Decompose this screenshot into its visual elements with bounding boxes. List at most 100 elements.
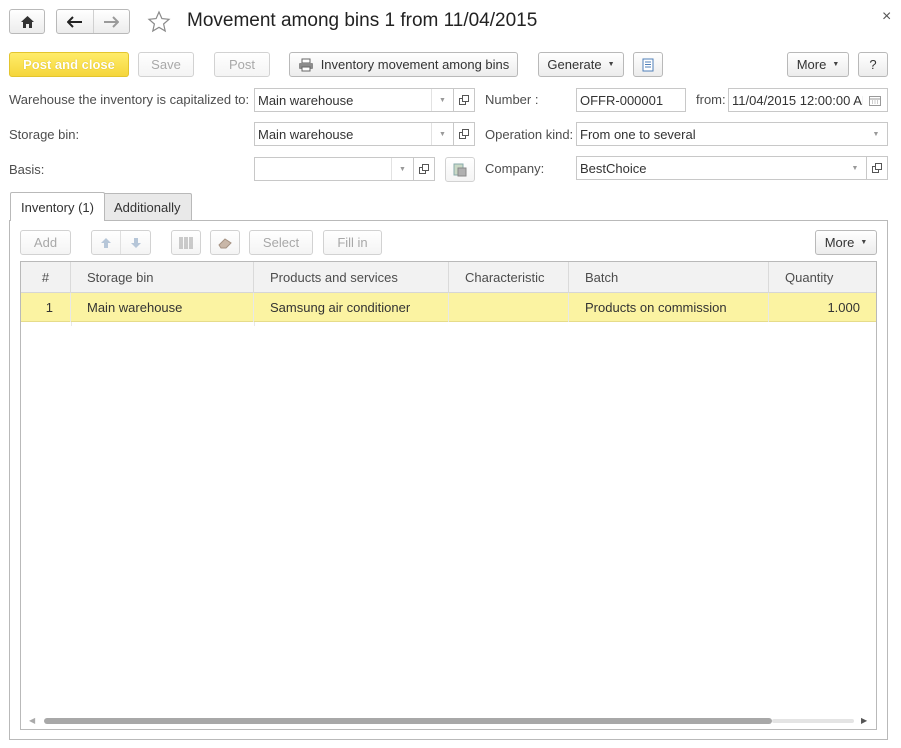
- storage-bin-open-button[interactable]: [453, 122, 475, 146]
- tab-additionally-label: Additionally: [114, 200, 181, 215]
- warehouse-open-button[interactable]: [453, 88, 475, 112]
- help-button[interactable]: ?: [858, 52, 888, 77]
- scrollbar-track: [772, 719, 854, 723]
- history-nav: [56, 9, 130, 34]
- warehouse-value: Main warehouse: [258, 92, 354, 108]
- eraser-button[interactable]: [210, 230, 240, 255]
- home-button[interactable]: [9, 9, 45, 34]
- table-more-label: More: [824, 235, 855, 250]
- operation-kind-value: From one to several: [580, 126, 696, 142]
- table-header: # Storage bin Products and services Char…: [21, 262, 876, 293]
- open-window-icon: [872, 163, 882, 173]
- warehouse-label: Warehouse the inventory is capitalized t…: [9, 92, 250, 107]
- chevron-down-icon[interactable]: ▼: [844, 157, 866, 179]
- arrow-left-icon: [66, 15, 82, 28]
- fill-in-button[interactable]: Fill in: [323, 230, 382, 255]
- back-button[interactable]: [57, 10, 94, 33]
- cell-batch: Products on commission: [569, 293, 769, 322]
- close-icon[interactable]: ×: [882, 8, 891, 26]
- chevron-down-icon[interactable]: ▼: [391, 158, 413, 180]
- number-field[interactable]: OFFR-000001: [576, 88, 686, 112]
- fill-by-basis-icon: [453, 163, 467, 176]
- company-open-button[interactable]: [866, 156, 888, 180]
- column-divider: [254, 322, 255, 326]
- tab-inventory[interactable]: Inventory (1): [10, 192, 105, 221]
- forward-button[interactable]: [94, 10, 130, 33]
- from-label: from:: [696, 92, 726, 107]
- column-header-number[interactable]: #: [21, 262, 71, 293]
- document-icon: [642, 58, 654, 71]
- arrow-down-icon: [130, 237, 141, 248]
- favorite-star-icon[interactable]: [147, 10, 171, 34]
- scroll-left-arrow-icon[interactable]: ◀: [29, 716, 35, 725]
- cell-number: 1: [21, 293, 71, 322]
- storage-bin-field[interactable]: Main warehouse ▼: [254, 122, 454, 146]
- print-button-label: Inventory movement among bins: [320, 57, 510, 72]
- chevron-down-icon: ▼: [607, 61, 615, 68]
- operation-kind-label: Operation kind:: [485, 127, 574, 142]
- arrow-right-icon: [104, 15, 120, 28]
- barcode-button[interactable]: [171, 230, 201, 255]
- more-button[interactable]: More ▼: [787, 52, 849, 77]
- open-window-icon: [459, 129, 469, 139]
- generate-button[interactable]: Generate ▼: [538, 52, 624, 77]
- arrow-up-icon: [101, 237, 111, 248]
- chevron-down-icon[interactable]: ▼: [431, 123, 453, 145]
- save-button[interactable]: Save: [138, 52, 194, 77]
- date-value: 11/04/2015 12:00:00 AM: [732, 92, 863, 108]
- number-label: Number :: [485, 92, 539, 107]
- scroll-right-arrow-icon[interactable]: ▶: [861, 716, 867, 725]
- scrollbar-thumb[interactable]: [44, 718, 772, 724]
- number-value: OFFR-000001: [580, 92, 664, 108]
- column-header-products[interactable]: Products and services: [254, 262, 449, 293]
- warehouse-field[interactable]: Main warehouse ▼: [254, 88, 454, 112]
- company-value: BestChoice: [580, 160, 647, 176]
- storage-bin-label: Storage bin:: [9, 127, 80, 142]
- column-header-batch[interactable]: Batch: [569, 262, 769, 293]
- horizontal-scrollbar[interactable]: ◀ ▶: [21, 714, 876, 729]
- post-button[interactable]: Post: [214, 52, 270, 77]
- chevron-down-icon: ▼: [860, 239, 868, 246]
- page-title: Movement among bins 1 from 11/04/2015: [187, 10, 538, 31]
- table-row[interactable]: 1 Main warehouse Samsung air conditioner…: [21, 293, 876, 322]
- chevron-down-icon: ▼: [832, 61, 840, 68]
- cell-product: Samsung air conditioner: [254, 293, 449, 322]
- move-up-button[interactable]: [92, 231, 122, 254]
- company-field[interactable]: BestChoice ▼: [576, 156, 867, 180]
- storage-bin-value: Main warehouse: [258, 126, 354, 142]
- generate-label: Generate: [547, 57, 602, 72]
- calendar-icon[interactable]: [863, 89, 887, 111]
- select-button[interactable]: Select: [249, 230, 313, 255]
- tab-inventory-label: Inventory (1): [21, 199, 94, 215]
- fill-by-basis-button[interactable]: [445, 157, 475, 182]
- column-divider: [71, 322, 72, 326]
- column-header-quantity[interactable]: Quantity: [769, 262, 876, 293]
- move-down-button[interactable]: [121, 231, 150, 254]
- eraser-icon: [218, 237, 232, 248]
- cell-quantity: 1.000: [827, 300, 860, 315]
- post-and-close-button[interactable]: Post and close: [9, 52, 129, 77]
- open-window-icon: [419, 164, 429, 174]
- printer-icon: [298, 58, 313, 71]
- cell-storage-bin: Main warehouse: [71, 293, 254, 322]
- more-label: More: [796, 57, 827, 72]
- chevron-down-icon[interactable]: ▼: [431, 89, 453, 111]
- column-header-characteristic[interactable]: Characteristic: [449, 262, 569, 293]
- home-icon: [20, 15, 34, 28]
- company-label: Company:: [485, 161, 545, 176]
- add-row-button[interactable]: Add: [20, 230, 71, 255]
- open-window-icon: [459, 95, 469, 105]
- barcode-icon: [179, 236, 193, 249]
- basis-open-button[interactable]: [413, 157, 435, 181]
- column-header-storage-bin[interactable]: Storage bin: [71, 262, 254, 293]
- inventory-table: # Storage bin Products and services Char…: [20, 261, 877, 730]
- table-more-button[interactable]: More ▼: [815, 230, 877, 255]
- print-inventory-movement-button[interactable]: Inventory movement among bins: [289, 52, 518, 77]
- date-field[interactable]: 11/04/2015 12:00:00 AM: [728, 88, 888, 112]
- basis-field[interactable]: ▼: [254, 157, 414, 181]
- report-button[interactable]: [633, 52, 663, 77]
- tab-additionally[interactable]: Additionally: [103, 193, 192, 221]
- operation-kind-field[interactable]: From one to several ▼: [576, 122, 888, 146]
- chevron-down-icon[interactable]: ▼: [865, 123, 887, 145]
- move-buttons: [91, 230, 151, 255]
